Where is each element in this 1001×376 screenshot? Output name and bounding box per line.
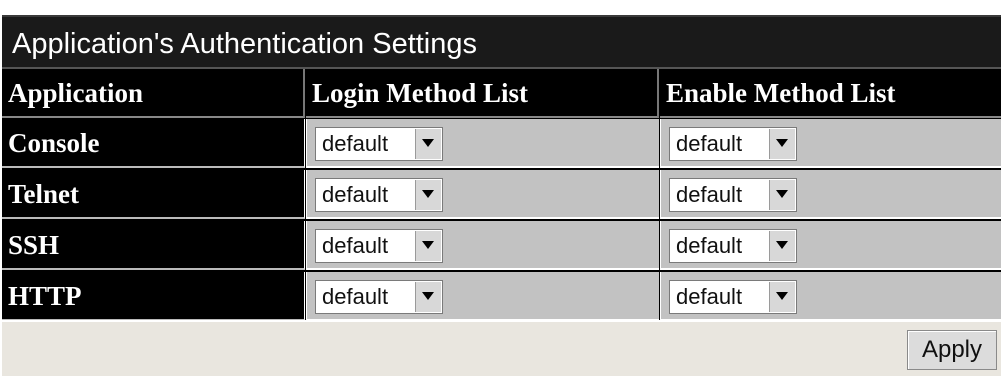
table-row: HTTP default default (2, 272, 1001, 321)
enable-method-select[interactable]: default (669, 127, 797, 161)
login-method-select[interactable]: default (315, 229, 443, 263)
application-name: HTTP (2, 272, 305, 321)
enable-method-select[interactable]: default (669, 178, 797, 212)
enable-method-value: default (676, 131, 743, 156)
login-method-select[interactable]: default (315, 178, 443, 212)
panel-footer: Apply (2, 320, 1001, 376)
dropdown-button[interactable] (769, 231, 795, 261)
enable-method-cell: default (660, 221, 1001, 270)
application-name: SSH (2, 221, 305, 270)
chevron-down-icon (422, 292, 434, 300)
chevron-down-icon (776, 139, 788, 147)
enable-method-value: default (676, 182, 743, 207)
dropdown-button[interactable] (769, 129, 795, 159)
enable-method-value: default (676, 233, 743, 258)
chevron-down-icon (422, 241, 434, 249)
table-row: Console default default (2, 119, 1001, 168)
table-row: SSH default default (2, 221, 1001, 270)
dropdown-button[interactable] (415, 231, 441, 261)
dropdown-button[interactable] (769, 180, 795, 210)
chevron-down-icon (776, 190, 788, 198)
login-method-select[interactable]: default (315, 280, 443, 314)
enable-method-cell: default (660, 170, 1001, 219)
enable-method-cell: default (660, 119, 1001, 168)
table-row: Telnet default default (2, 170, 1001, 219)
login-method-select[interactable]: default (315, 127, 443, 161)
enable-method-value: default (676, 284, 743, 309)
chevron-down-icon (776, 292, 788, 300)
application-name: Console (2, 119, 305, 168)
enable-method-cell: default (660, 272, 1001, 321)
login-method-cell: default (306, 272, 659, 321)
apply-button[interactable]: Apply (907, 330, 997, 370)
dropdown-button[interactable] (415, 180, 441, 210)
authentication-settings-panel: Application's Authentication Settings Ap… (2, 15, 1001, 376)
login-method-value: default (322, 233, 389, 258)
table-header-row: Application Login Method List Enable Met… (2, 69, 1001, 118)
enable-method-select[interactable]: default (669, 280, 797, 314)
panel-title: Application's Authentication Settings (2, 15, 1001, 69)
column-header-application: Application (2, 69, 305, 118)
login-method-cell: default (306, 119, 659, 168)
dropdown-button[interactable] (415, 282, 441, 312)
column-header-enable-method-list: Enable Method List (660, 69, 1001, 118)
chevron-down-icon (776, 241, 788, 249)
chevron-down-icon (422, 190, 434, 198)
dropdown-button[interactable] (415, 129, 441, 159)
login-method-cell: default (306, 170, 659, 219)
column-header-login-method-list: Login Method List (306, 69, 659, 118)
application-name: Telnet (2, 170, 305, 219)
login-method-value: default (322, 131, 389, 156)
login-method-value: default (322, 182, 389, 207)
enable-method-select[interactable]: default (669, 229, 797, 263)
login-method-cell: default (306, 221, 659, 270)
dropdown-button[interactable] (769, 282, 795, 312)
chevron-down-icon (422, 139, 434, 147)
login-method-value: default (322, 284, 389, 309)
